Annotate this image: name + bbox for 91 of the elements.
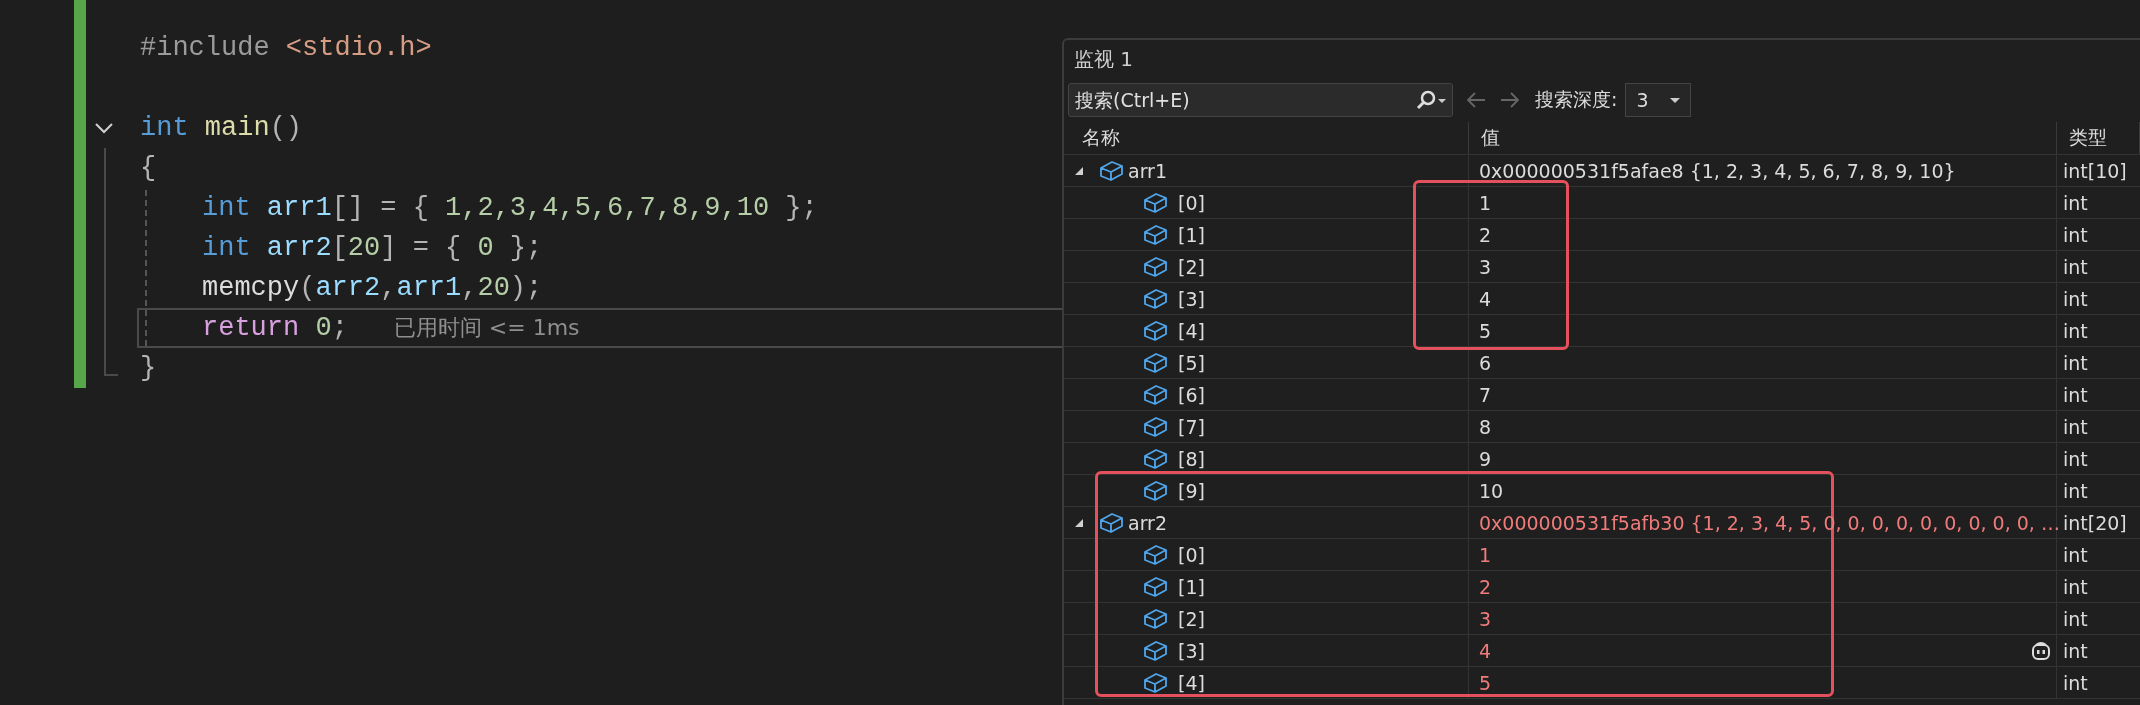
variable-type: int xyxy=(2063,639,2088,662)
variable-value: 9 xyxy=(1479,447,1492,470)
variable-type: int xyxy=(2063,671,2088,694)
elapsed-time-hint: 已用时间 <= 1ms xyxy=(393,314,580,342)
search-field[interactable]: 搜索(Ctrl+E) xyxy=(1068,83,1453,117)
cube-icon xyxy=(1142,254,1168,279)
depth-label: 搜索深度: xyxy=(1535,87,1618,112)
cube-icon xyxy=(1142,446,1168,471)
variable-type: int xyxy=(2063,479,2088,502)
column-header[interactable]: 值 xyxy=(1469,122,2057,154)
variable-name: [3] xyxy=(1178,639,1205,662)
cube-icon xyxy=(1142,350,1168,375)
variable-type: int xyxy=(2063,543,2088,566)
cube-icon xyxy=(1142,318,1168,343)
variable-type: int xyxy=(2063,287,2088,310)
variable-name: [1] xyxy=(1178,223,1205,246)
variable-value: 7 xyxy=(1479,383,1492,406)
cube-icon xyxy=(1142,190,1168,215)
variable-name: [7] xyxy=(1178,415,1205,438)
cube-icon xyxy=(1142,638,1168,663)
variable-type: int xyxy=(2063,415,2088,438)
code-line: } xyxy=(140,353,157,383)
variable-name: arr2 xyxy=(1128,511,1168,534)
variable-value: 4 xyxy=(1479,639,1492,662)
variable-value: 8 xyxy=(1479,415,1492,438)
code-line: memcpy(arr2,arr1,20); xyxy=(202,273,543,303)
variable-name: [0] xyxy=(1178,191,1205,214)
variable-value: 3 xyxy=(1479,255,1492,278)
cube-icon xyxy=(1142,414,1168,439)
variable-name: [2] xyxy=(1178,255,1205,278)
code-line: int arr2[20] = { 0 }; xyxy=(202,233,543,263)
variable-value: 0x000000531f5afae8 {1, 2, 3, 4, 5, 6, 7, 8, 9, 10} xyxy=(1479,159,1956,182)
variable-name: [2] xyxy=(1178,607,1205,630)
caret-icon xyxy=(1670,97,1681,103)
expanded-triangle-icon[interactable] xyxy=(1074,517,1084,528)
variable-value: 2 xyxy=(1479,575,1492,598)
search-icon xyxy=(1415,90,1447,110)
variable-type: int xyxy=(2063,575,2088,598)
cube-icon xyxy=(1142,382,1168,407)
variable-type: int xyxy=(2063,447,2088,470)
robot-icon[interactable] xyxy=(2030,640,2052,661)
forward-arrow-icon[interactable] xyxy=(1499,90,1521,110)
cube-icon xyxy=(1142,542,1168,567)
variable-name: arr1 xyxy=(1128,159,1168,182)
variable-type: int xyxy=(2063,191,2088,214)
variable-type: int xyxy=(2063,607,2088,630)
variable-name: [0] xyxy=(1178,543,1205,566)
cube-icon xyxy=(1142,478,1168,503)
variable-type: int xyxy=(2063,255,2088,278)
variable-name: [4] xyxy=(1178,671,1205,694)
variable-value: 1 xyxy=(1479,543,1492,566)
collapse-chevron-icon[interactable] xyxy=(94,121,114,135)
variable-type: int xyxy=(2063,319,2088,342)
column-header[interactable]: 类型 xyxy=(2057,122,2140,154)
variable-name: [4] xyxy=(1178,319,1205,342)
variable-value: 5 xyxy=(1479,319,1492,342)
variable-type: int[20] xyxy=(2063,511,2127,534)
code-line: int arr1[] = { 1,2,3,4,5,6,7,8,9,10 }; xyxy=(202,193,818,223)
variable-type: int[10] xyxy=(2063,159,2127,182)
code-line: return 0; xyxy=(202,313,348,343)
cube-icon xyxy=(1142,574,1168,599)
cube-icon xyxy=(1098,510,1124,535)
variable-name: [5] xyxy=(1178,351,1205,374)
variable-value: 10 xyxy=(1479,479,1504,502)
cube-icon xyxy=(1142,606,1168,631)
expanded-triangle-icon[interactable] xyxy=(1074,165,1084,176)
cube-icon xyxy=(1142,286,1168,311)
variable-name: [9] xyxy=(1178,479,1205,502)
variable-type: int xyxy=(2063,351,2088,374)
depth-dropdown[interactable]: 3 xyxy=(1625,83,1692,117)
variable-value: 2 xyxy=(1479,223,1492,246)
code-line: int main() xyxy=(140,113,303,143)
back-arrow-icon[interactable] xyxy=(1465,90,1487,110)
variable-value: 3 xyxy=(1479,607,1492,630)
variable-name: [1] xyxy=(1178,575,1205,598)
variable-value: 1 xyxy=(1479,191,1492,214)
variable-value: 6 xyxy=(1479,351,1492,374)
cube-icon xyxy=(1142,670,1168,695)
cube-icon xyxy=(1142,222,1168,247)
variable-type: int xyxy=(2063,223,2088,246)
variable-name: [3] xyxy=(1178,287,1205,310)
variable-value: 4 xyxy=(1479,287,1492,310)
panel-title: 监视 1 xyxy=(1073,45,1135,73)
variable-name: [6] xyxy=(1178,383,1205,406)
cube-icon xyxy=(1098,158,1124,183)
variable-type: int xyxy=(2063,383,2088,406)
variable-value: 5 xyxy=(1479,671,1492,694)
code-line: #include <stdio.h> xyxy=(140,33,432,63)
column-header[interactable]: 名称 xyxy=(1064,122,1469,154)
variable-name: [8] xyxy=(1178,447,1205,470)
code-line: { xyxy=(140,153,157,183)
